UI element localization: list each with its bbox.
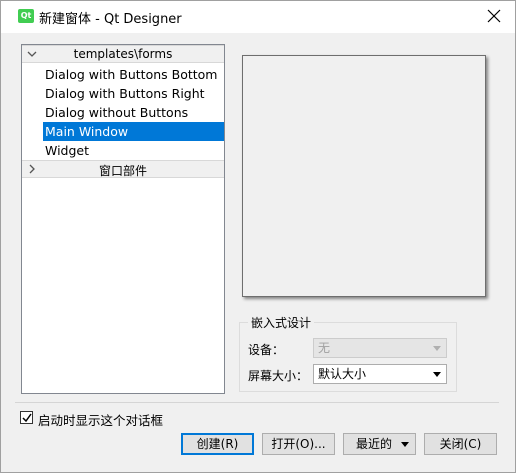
create-button[interactable]: 创建(R) (181, 433, 254, 455)
close-window-button[interactable] (479, 3, 509, 29)
recent-button[interactable]: 最近的 (343, 433, 416, 455)
chevron-down-icon (433, 346, 441, 351)
widgets-section-header[interactable]: 窗口部件 (22, 160, 224, 178)
template-item-widget[interactable]: Widget (43, 141, 224, 160)
screen-size-combo[interactable]: 默认大小 (313, 364, 447, 384)
template-tree[interactable]: templates\forms Dialog with Buttons Bott… (21, 44, 225, 394)
separator (15, 402, 499, 403)
template-item-dialog-without-buttons[interactable]: Dialog without Buttons (43, 103, 224, 122)
title-bar[interactable]: Qt 新建窗体 - Qt Designer (1, 1, 515, 33)
form-preview (242, 55, 486, 297)
open-button[interactable]: 打开(O)... (262, 433, 335, 455)
template-item-dialog-buttons-right[interactable]: Dialog with Buttons Right (43, 84, 224, 103)
recent-button-label: 最近的 (356, 437, 393, 451)
checkmark-icon (22, 413, 32, 423)
show-on-startup-checkbox[interactable] (20, 411, 33, 424)
template-item-main-window[interactable]: Main Window (43, 122, 224, 141)
embedded-design-group-title: 嵌入式设计 (248, 314, 315, 331)
template-item-dialog-buttons-bottom[interactable]: Dialog with Buttons Bottom (43, 65, 224, 84)
widgets-section-label: 窗口部件 (98, 164, 147, 178)
show-on-startup-label[interactable]: 启动时显示这个对话框 (38, 410, 163, 429)
close-icon (487, 9, 501, 23)
screen-size-combo-value: 默认大小 (318, 367, 367, 381)
chevron-down-icon (433, 372, 441, 377)
new-form-dialog: Qt 新建窗体 - Qt Designer templates\forms Di… (0, 0, 516, 473)
screen-size-label: 屏幕大小： (248, 369, 309, 383)
templates-section-label: templates\forms (73, 47, 173, 61)
chevron-down-icon (401, 442, 409, 447)
close-button[interactable]: 关闭(C) (424, 433, 497, 455)
templates-section-header[interactable]: templates\forms (22, 45, 224, 63)
device-label: 设备： (248, 343, 285, 357)
device-combo-value: 无 (318, 341, 331, 355)
window-title: 新建窗体 - Qt Designer (39, 12, 182, 27)
qt-designer-icon: Qt (18, 9, 34, 23)
device-combo: 无 (313, 338, 447, 358)
